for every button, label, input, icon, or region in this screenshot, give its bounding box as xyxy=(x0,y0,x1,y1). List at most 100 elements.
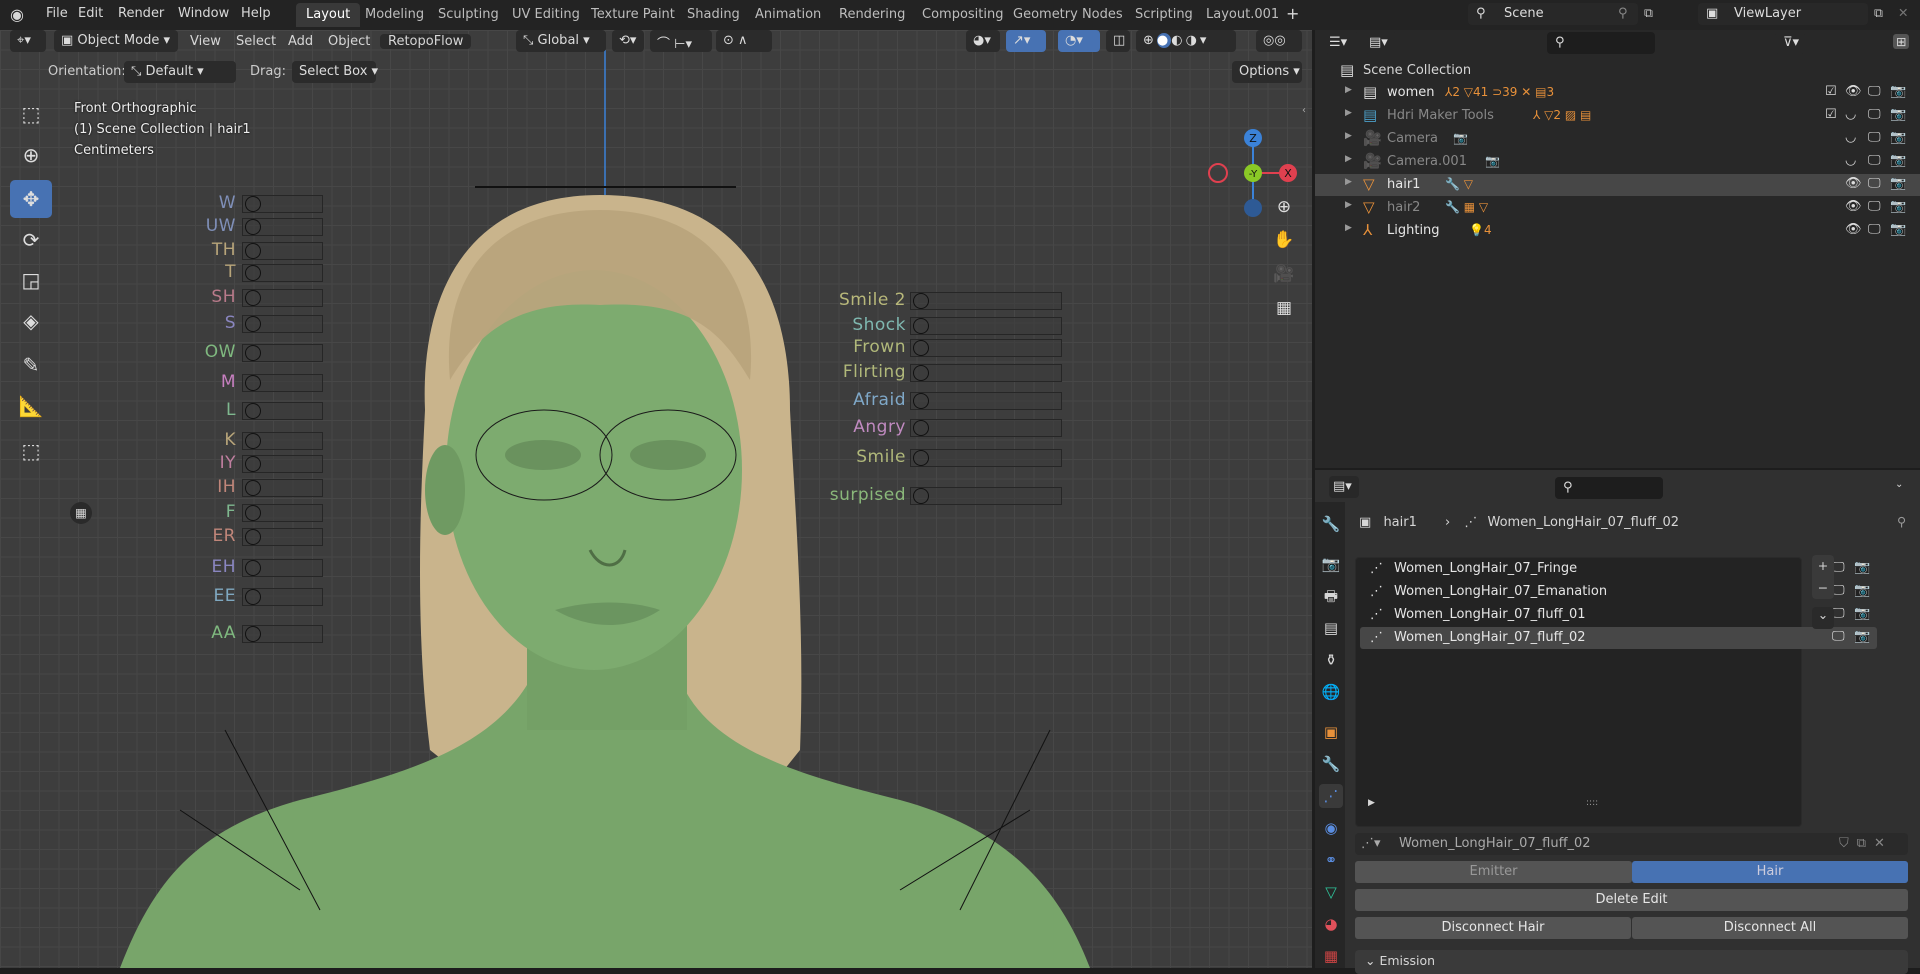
shape-key-slider[interactable] xyxy=(910,317,1062,335)
shape-key-slider[interactable] xyxy=(242,559,323,577)
tab-scripting[interactable]: Scripting xyxy=(1125,3,1203,27)
list-specials-icon[interactable]: ⌄ xyxy=(1812,607,1834,629)
visibility-eye-icon[interactable]: 👁 xyxy=(1845,199,1862,214)
particle-system-item[interactable]: ⋰ Women_LongHair_07_Fringe 🖵 📷 xyxy=(1360,558,1877,580)
expand-arrow-icon[interactable]: ▶ xyxy=(1345,108,1352,118)
slider-handle-icon[interactable] xyxy=(245,480,261,496)
slider-handle-icon[interactable] xyxy=(245,316,261,332)
menu-edit[interactable]: Edit xyxy=(78,6,103,21)
new-view-layer-icon[interactable]: ⧉ xyxy=(1874,5,1883,21)
move-tool[interactable]: ✥ xyxy=(10,180,52,218)
zoom-button[interactable]: ⊕ xyxy=(1270,193,1298,221)
delete-edit-button[interactable]: Delete Edit xyxy=(1355,889,1908,911)
shape-key-slider[interactable] xyxy=(910,339,1062,357)
remove-view-layer-icon[interactable]: ✕ xyxy=(1898,5,1908,20)
shading-modes[interactable]: ⊕●◐◑▾ xyxy=(1136,30,1236,52)
list-resize-handle[interactable]: :::: xyxy=(1586,798,1598,808)
viewport-menu-select[interactable]: Select xyxy=(236,34,276,49)
tab-constraints[interactable]: ⚭ xyxy=(1319,848,1343,872)
pivot-point-button[interactable]: ⟲▾ xyxy=(612,30,644,52)
particle-system-item[interactable]: ⋰ Women_LongHair_07_fluff_01 🖵 📷 xyxy=(1360,604,1877,626)
visibility-eye-icon[interactable]: 👁 xyxy=(1845,222,1862,237)
tab-physics[interactable]: ◉ xyxy=(1319,816,1343,840)
viewport-display-icon[interactable]: 🖵 xyxy=(1832,629,1845,644)
shape-key-slider[interactable] xyxy=(242,528,323,546)
viewport-display-icon[interactable]: 🖵 xyxy=(1868,107,1881,122)
slider-handle-icon[interactable] xyxy=(913,365,929,381)
visibility-eye-icon[interactable]: ◡ xyxy=(1845,107,1856,122)
disconnect-hair-button[interactable]: Disconnect Hair xyxy=(1355,917,1631,939)
view-layer-filter-button[interactable]: ▤▾ xyxy=(1365,32,1397,54)
menu-window[interactable]: Window xyxy=(178,6,229,21)
viewport-display-icon[interactable]: 🖵 xyxy=(1868,222,1881,237)
particle-system-item[interactable]: ⋰ Women_LongHair_07_fluff_02 🖵 📷 xyxy=(1360,627,1877,649)
viewport-display-icon[interactable]: 🖵 xyxy=(1868,153,1881,168)
tab-geometry-nodes[interactable]: Geometry Nodes xyxy=(1003,3,1133,27)
drag-dropdown[interactable]: Select Box ▾ xyxy=(292,61,378,83)
shape-key-slider[interactable] xyxy=(242,625,323,643)
viewport-menu-retopoflow[interactable]: RetopoFlow xyxy=(380,34,472,49)
shape-key-slider[interactable] xyxy=(910,419,1062,437)
pan-button[interactable]: ✋ xyxy=(1270,226,1298,254)
tab-animation[interactable]: Animation xyxy=(745,3,831,27)
remove-icon[interactable]: − xyxy=(1812,577,1834,599)
xray-toggle[interactable]: ◫ xyxy=(1106,30,1130,52)
tab-modeling[interactable]: Modeling xyxy=(355,3,434,27)
type-hair-button[interactable]: Hair xyxy=(1632,861,1908,883)
outliner-row-hair2[interactable]: ▶ ▽ hair2 🔧 ▦ ▽ 👁 🖵 📷 xyxy=(1315,197,1920,219)
snap-toggle[interactable]: ⌒ ⊢▾ xyxy=(650,30,712,52)
tab-view-layer[interactable]: ▤ xyxy=(1319,616,1343,640)
tab-tool[interactable]: 🔧 xyxy=(1319,512,1343,536)
shape-key-slider[interactable] xyxy=(242,195,323,213)
tab-world[interactable]: 🌐 xyxy=(1319,680,1343,704)
viewport-display-icon[interactable]: 🖵 xyxy=(1868,84,1881,99)
tab-rendering[interactable]: Rendering xyxy=(829,3,915,27)
shape-key-slider[interactable] xyxy=(242,264,323,282)
shape-key-slider[interactable] xyxy=(242,455,323,473)
display-mode-button[interactable]: ☰▾ xyxy=(1325,32,1359,54)
type-emitter-button[interactable]: Emitter xyxy=(1355,861,1632,883)
tab-layout-001[interactable]: Layout.001 xyxy=(1196,3,1289,27)
filter-button[interactable]: ⊽▾ xyxy=(1775,32,1805,54)
shape-key-slider[interactable] xyxy=(242,479,323,497)
camera-view-button[interactable]: 🎥 xyxy=(1270,260,1298,288)
outliner-search-input[interactable]: ⚲ xyxy=(1547,32,1655,54)
visibility-eye-icon[interactable]: 👁 xyxy=(1845,176,1862,191)
transform-tool[interactable]: ◈ xyxy=(10,302,52,340)
outliner-row-camera-001[interactable]: ▶ 🎥 Camera.001 📷 ◡ 🖵 📷 xyxy=(1315,151,1920,173)
render-camera-icon[interactable]: 📷 xyxy=(1854,560,1870,575)
slider-handle-icon[interactable] xyxy=(245,626,261,642)
shape-key-slider[interactable] xyxy=(242,432,323,450)
ortho-toggle-button[interactable]: ▦ xyxy=(1270,294,1298,322)
menu-file[interactable]: File xyxy=(46,6,68,21)
render-camera-icon[interactable]: 📷 xyxy=(1890,222,1906,237)
3d-viewport[interactable]: ⌖▾ ▣ Object Mode ▾ View Select Add Object Re… xyxy=(0,30,1312,968)
render-camera-icon[interactable]: 📷 xyxy=(1890,84,1906,99)
expand-arrow-icon[interactable]: ▶ xyxy=(1345,177,1352,187)
scale-tool[interactable]: ◲ xyxy=(10,261,52,299)
slider-handle-icon[interactable] xyxy=(913,393,929,409)
tab-texture[interactable]: ▦ xyxy=(1319,944,1343,968)
properties-search-input[interactable]: ⚲ xyxy=(1555,477,1663,499)
slider-handle-icon[interactable] xyxy=(245,265,261,281)
shape-key-slider[interactable] xyxy=(242,344,323,362)
tab-modifiers[interactable]: 🔧 xyxy=(1319,752,1343,776)
shape-key-slider[interactable] xyxy=(242,374,323,392)
collapse-icon[interactable]: ⌄ xyxy=(1895,479,1903,490)
particle-system-item[interactable]: ⋰ Women_LongHair_07_Emanation 🖵 📷 xyxy=(1360,581,1877,603)
scene-selector[interactable]: ⚲ Scene ⚲ xyxy=(1468,3,1638,25)
slider-handle-icon[interactable] xyxy=(913,318,929,334)
tab-material[interactable]: ◕ xyxy=(1319,912,1343,936)
checker-icon[interactable]: ▦ xyxy=(70,502,92,524)
list-expand-icon[interactable]: ▶ xyxy=(1368,798,1375,808)
slider-handle-icon[interactable] xyxy=(913,420,929,436)
particle-settings-selector[interactable]: ⋰▾ Women_LongHair_07_fluff_02 ⛉⧉✕ xyxy=(1355,833,1908,855)
render-camera-icon[interactable]: 📷 xyxy=(1890,153,1906,168)
shape-key-slider[interactable] xyxy=(242,588,323,606)
tab-sculpting[interactable]: Sculpting xyxy=(428,3,509,27)
slider-handle-icon[interactable] xyxy=(913,488,929,504)
proportional-edit-toggle[interactable]: ⊙ ∧ xyxy=(716,30,772,52)
add-workspace-button[interactable]: + xyxy=(1286,4,1299,23)
slider-handle-icon[interactable] xyxy=(245,375,261,391)
render-camera-icon[interactable]: 📷 xyxy=(1890,176,1906,191)
